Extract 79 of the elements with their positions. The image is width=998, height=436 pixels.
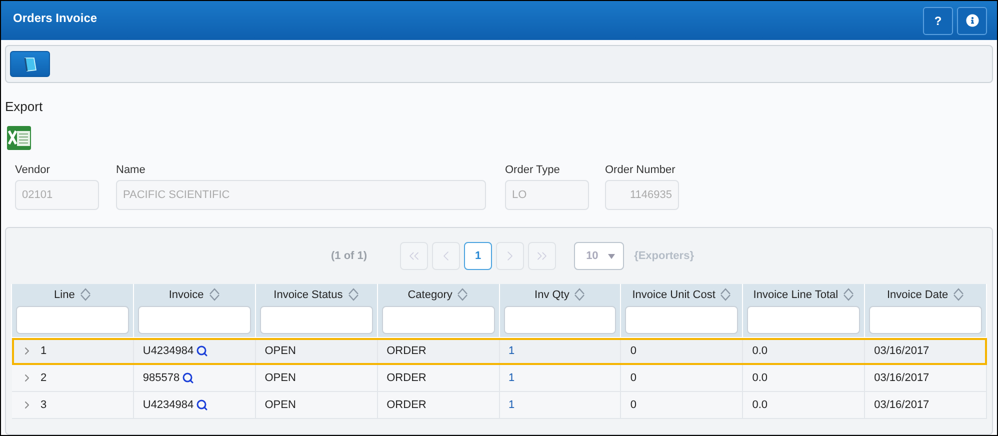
table-cell: ORDER xyxy=(386,345,426,357)
column-header[interactable]: Invoice xyxy=(133,284,256,338)
page-summary: (1 of 1) xyxy=(331,250,368,262)
column-header[interactable]: Invoice Line Total xyxy=(742,284,865,338)
filter-field[interactable] xyxy=(138,306,251,334)
table-cell: 2 xyxy=(40,372,47,384)
table-cell: 985578 xyxy=(142,372,180,384)
window-title: Orders Invoice xyxy=(13,10,98,24)
filter-field[interactable] xyxy=(869,306,982,334)
sort-icon[interactable] xyxy=(720,288,732,301)
notebook-icon xyxy=(23,56,37,72)
sort-icon[interactable] xyxy=(953,288,964,301)
search-icon[interactable] xyxy=(196,399,208,411)
sort-icon[interactable] xyxy=(208,288,220,301)
page-button[interactable]: 1 xyxy=(464,242,492,270)
column-header[interactable]: Invoice Status xyxy=(255,284,378,338)
column-title: Invoice Date xyxy=(886,288,948,300)
filter-field[interactable] xyxy=(625,306,738,334)
column-header[interactable]: Line xyxy=(12,284,134,338)
table-cell: 03/16/2017 xyxy=(874,345,930,357)
sort-icon[interactable] xyxy=(80,288,91,301)
table-cell: ORDER xyxy=(386,399,426,411)
filter-field[interactable] xyxy=(382,306,494,334)
search-icon[interactable] xyxy=(196,345,208,357)
notebook-button[interactable] xyxy=(10,51,50,77)
sort-icon[interactable] xyxy=(457,288,468,301)
table-cell: U4234984 xyxy=(142,399,194,411)
help-button[interactable]: ? xyxy=(923,6,953,34)
column-header[interactable]: Invoice Date xyxy=(864,284,986,338)
column-title: Invoice Line Total xyxy=(753,288,838,300)
filter-field[interactable] xyxy=(260,306,373,334)
table-cell: 0 xyxy=(630,372,636,384)
column-title: Invoice xyxy=(168,288,204,300)
table-cell: 0 xyxy=(630,345,636,357)
table-cell: 0.0 xyxy=(752,372,768,384)
field-label: Name xyxy=(116,163,146,177)
table-cell: 3 xyxy=(40,399,47,412)
column-header[interactable]: Invoice Unit Cost xyxy=(620,284,743,338)
sort-icon[interactable] xyxy=(574,288,586,301)
table-cell: 0.0 xyxy=(752,345,768,357)
column-title: Inv Qty xyxy=(534,288,570,300)
table-cell: 0 xyxy=(630,399,636,411)
filter-field[interactable] xyxy=(747,306,860,334)
table-cell: 0.0 xyxy=(752,399,768,411)
column-title: Category xyxy=(408,288,452,300)
table-cell: OPEN xyxy=(264,372,296,384)
table-cell: OPEN xyxy=(264,345,296,357)
table-cell: 1 xyxy=(508,372,515,384)
spreadsheet-icon xyxy=(6,125,32,151)
exporters-label: {Exporters} xyxy=(634,250,694,262)
table-cell: ORDER xyxy=(386,372,426,384)
table-row[interactable]: 3 U4234984 OPEN ORDER 1 0 0.0 03/16/2017 xyxy=(12,392,986,418)
table-cell: 1 xyxy=(508,399,515,411)
info-icon xyxy=(966,14,978,27)
field-label: Vendor xyxy=(15,163,50,177)
search-icon[interactable] xyxy=(182,372,194,384)
table-row[interactable]: 1 U4234984 OPEN ORDER 1 0 0.0 03/16/2017 xyxy=(12,338,986,364)
table-cell: 03/16/2017 xyxy=(874,399,930,411)
export-label: Export xyxy=(5,99,43,114)
spreadsheet-export-button[interactable] xyxy=(6,125,32,151)
caret-icon xyxy=(608,254,616,258)
table-cell: 1 xyxy=(40,345,47,358)
table-cell: 03/16/2017 xyxy=(874,372,930,384)
field-label: Order Number xyxy=(605,163,676,177)
table-cell: U4234984 xyxy=(142,345,194,357)
sort-icon[interactable] xyxy=(843,288,854,301)
filter-field[interactable] xyxy=(16,306,129,334)
column-title: Invoice Status xyxy=(274,288,343,300)
column-title: Line xyxy=(54,288,75,300)
sort-icon[interactable] xyxy=(348,288,359,301)
column-title: Invoice Unit Cost xyxy=(632,288,716,300)
column-header[interactable]: Inv Qty xyxy=(499,284,621,338)
table-row[interactable]: 2 985578 OPEN ORDER 1 0 0.0 03/16/2017 xyxy=(12,364,986,392)
field-label: Order Type xyxy=(505,163,560,177)
table-cell: 1 xyxy=(508,345,515,357)
filter-field[interactable] xyxy=(504,306,616,334)
table-cell: OPEN xyxy=(264,399,296,411)
column-header[interactable]: Category xyxy=(377,284,499,338)
info-button[interactable] xyxy=(957,6,987,34)
